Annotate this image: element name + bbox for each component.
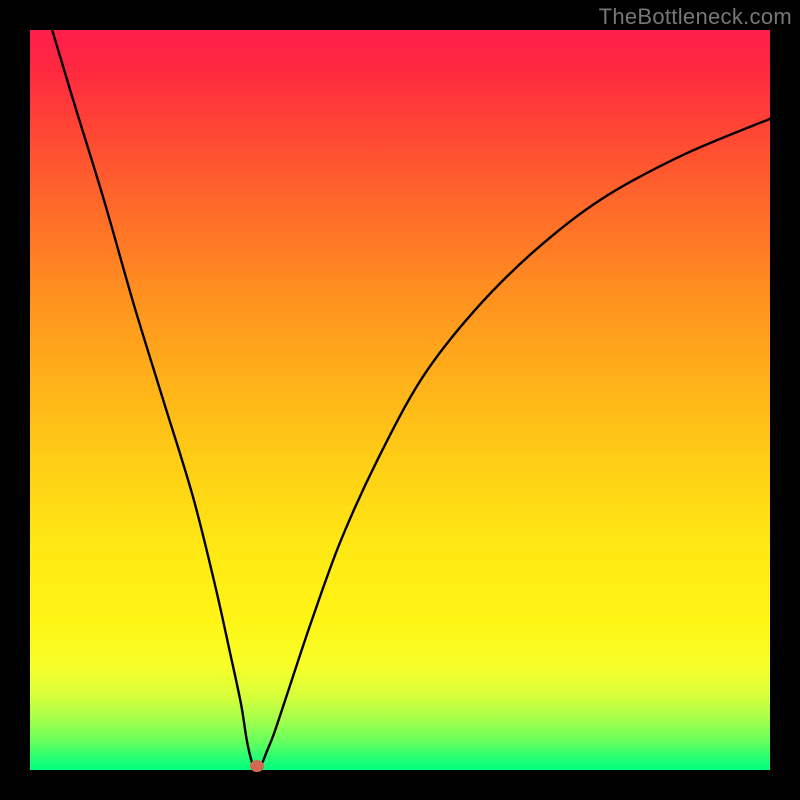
plot-area bbox=[30, 30, 770, 770]
optimal-point-marker bbox=[250, 760, 264, 772]
watermark-text: TheBottleneck.com bbox=[599, 4, 792, 30]
chart-container: TheBottleneck.com bbox=[0, 0, 800, 800]
bottleneck-curve bbox=[30, 30, 770, 770]
